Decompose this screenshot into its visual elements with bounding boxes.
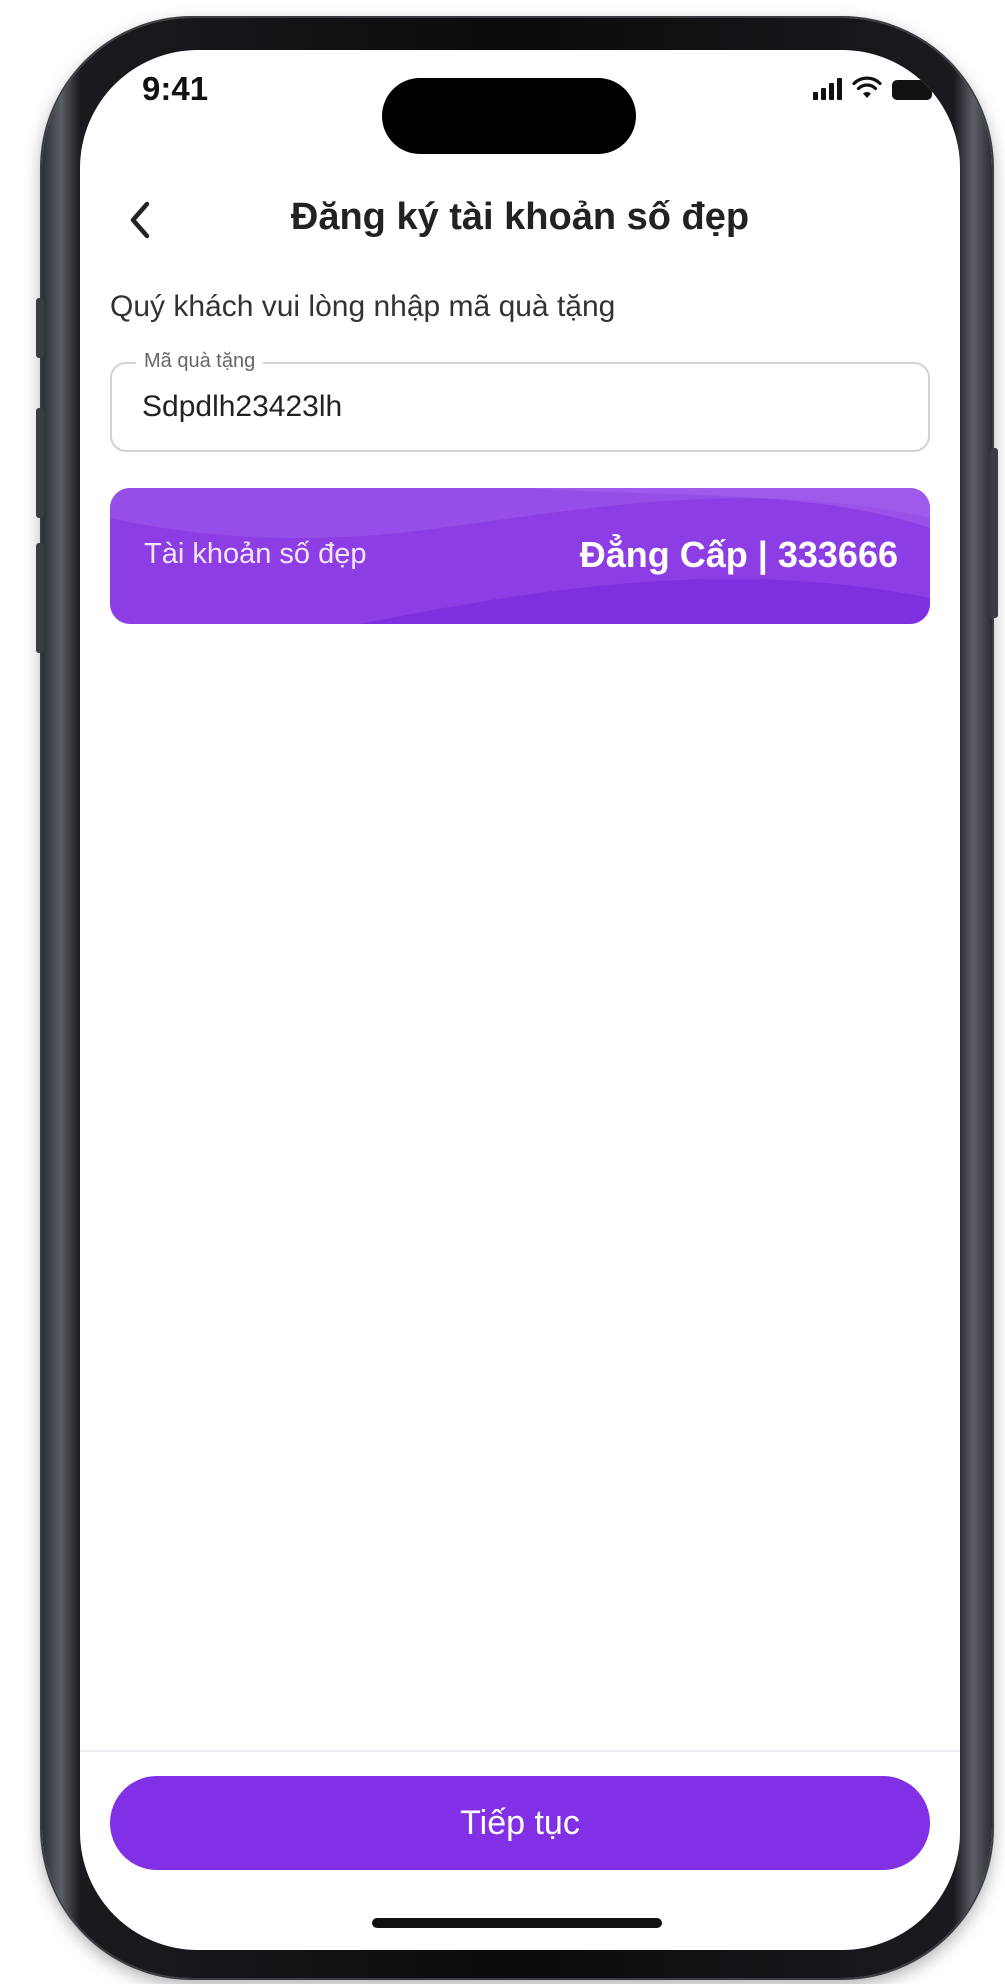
status-icons [813,76,932,100]
dynamic-island [382,78,636,154]
gift-code-field[interactable]: Mã quà tặng [110,350,930,452]
battery-icon [892,80,932,100]
account-card-value: Đẳng Cấp | 333666 [579,534,898,575]
back-button[interactable] [110,190,170,250]
volume-down-button [36,543,44,653]
side-button [36,298,44,358]
power-button [990,448,998,618]
signal-icon [813,78,842,100]
home-indicator [372,1918,662,1928]
gift-code-input[interactable] [142,382,902,432]
header: Đăng ký tài khoản số đẹp [80,180,960,260]
app-screen: 9:41 Đăng ký tài khoản số đẹp Quý khách … [80,50,960,1950]
gift-code-prompt: Quý khách vui lòng nhập mã quà tặng [110,290,616,323]
gift-code-label: Mã quà tặng [136,350,264,373]
status-time: 9:41 [142,70,209,107]
account-card: Tài khoản số đẹp Đẳng Cấp | 333666 [110,488,930,624]
volume-up-button [36,408,44,518]
chevron-left-icon [130,201,150,239]
wifi-icon [852,76,882,98]
footer-divider [80,1750,960,1752]
page-title: Đăng ký tài khoản số đẹp [290,196,750,238]
continue-button[interactable]: Tiếp tục [110,1776,930,1870]
account-card-label: Tài khoản số đẹp [144,538,367,570]
